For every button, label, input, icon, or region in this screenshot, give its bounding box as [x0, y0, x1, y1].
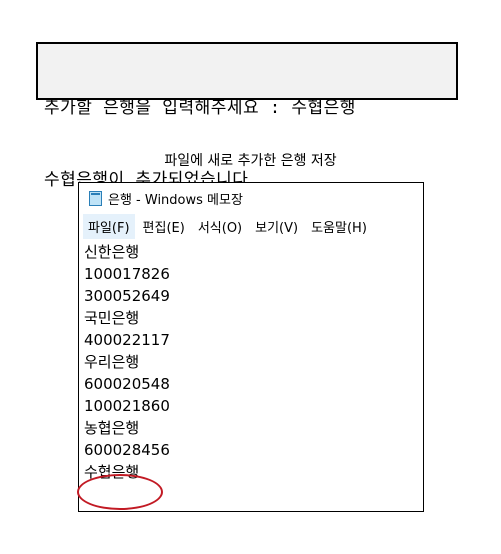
- editor-line: 100017826: [84, 265, 170, 283]
- editor-line: 국민은행: [84, 309, 140, 327]
- console-output: 추가할 은행을 입력해주세요 : 수협은행 수협은행이 추가되었습니다.: [36, 42, 458, 190]
- menu-edit[interactable]: 편집(E): [138, 214, 190, 239]
- menu-format[interactable]: 서식(O): [193, 214, 247, 239]
- console-prompt-line: 추가할 은행을 입력해주세요 : 수협은행: [44, 98, 356, 118]
- editor-line: 우리은행: [84, 353, 140, 371]
- editor-line: 300052649: [84, 287, 170, 305]
- notepad-icon: [89, 190, 102, 206]
- editor-line: 농협은행: [84, 419, 140, 437]
- editor-line: 600028456: [84, 441, 170, 459]
- menu-bar: 파일(F) 편집(E) 서식(O) 보기(V) 도움말(H): [79, 213, 423, 239]
- menu-help[interactable]: 도움말(H): [306, 214, 372, 239]
- title-bar[interactable]: 은행 - Windows 메모장: [79, 183, 423, 213]
- text-editor[interactable]: 신한은행 100017826 300052649 국민은행 400022117 …: [79, 239, 423, 485]
- menu-file[interactable]: 파일(F): [83, 213, 135, 239]
- caption: 파일에 새로 추가한 은행 저장: [164, 153, 337, 169]
- editor-line: 600020548: [84, 375, 170, 393]
- editor-line: 400022117: [84, 331, 170, 349]
- editor-line: 100021860: [84, 397, 170, 415]
- editor-line: 신한은행: [84, 243, 140, 261]
- notepad-window: 은행 - Windows 메모장 파일(F) 편집(E) 서식(O) 보기(V)…: [78, 182, 424, 512]
- window-title: 은행 - Windows 메모장: [108, 192, 243, 208]
- menu-view[interactable]: 보기(V): [250, 214, 303, 239]
- editor-line-new-bank: 수협은행: [84, 463, 140, 481]
